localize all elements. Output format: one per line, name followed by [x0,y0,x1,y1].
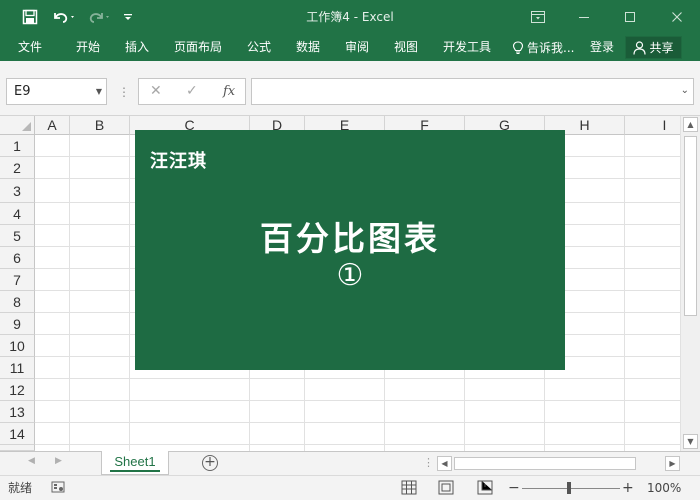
tab-developer[interactable]: 开发工具 [443,34,491,61]
page-layout-view-icon[interactable] [438,480,454,495]
scroll-up-icon[interactable]: ▲ [683,117,698,132]
row-header[interactable]: 11 [0,357,35,379]
chevron-down-icon[interactable]: ▼ [96,79,102,104]
person-icon [633,40,647,55]
row-header[interactable]: 8 [0,291,35,313]
grid-line [69,135,70,451]
tab-splitter-icon[interactable]: ⋮ [423,456,434,469]
zoom-slider[interactable] [522,488,620,489]
column-header[interactable]: A [35,116,70,135]
grid-line [624,135,625,451]
scroll-left-icon[interactable]: ◀ [437,456,452,471]
close-icon[interactable] [654,0,700,34]
select-all-button[interactable] [0,116,35,135]
lightbulb-icon [512,40,524,54]
status-bar: 就绪 − + 100% [0,475,700,500]
row-header[interactable]: 1 [0,135,35,157]
formula-area: E9 ▼ ⋮ ✕ ✓ fx ⌄ [0,61,700,116]
scroll-right-icon[interactable]: ▶ [665,456,680,471]
customize-qat-icon[interactable] [120,0,136,34]
save-icon[interactable] [18,0,42,34]
enter-icon[interactable]: ✓ [186,79,198,104]
redo-icon[interactable] [85,0,113,34]
tell-me-box[interactable]: 告诉我... [512,34,574,61]
card-brand: 汪汪琪 [150,151,207,172]
formula-input[interactable]: ⌄ [251,78,694,105]
card-number: ① [336,258,364,293]
grid-line [35,422,680,423]
grid-line [35,400,680,401]
row-header[interactable]: 9 [0,313,35,335]
normal-view-icon[interactable] [401,480,417,495]
vertical-scrollbar[interactable]: ▲ ▼ [680,116,700,451]
name-box-value: E9 [14,84,31,99]
sheet-tab-bar: ◀ ▶ Sheet1 + ⋮ ◀ ▶ [0,451,700,475]
tab-view[interactable]: 视图 [394,34,418,61]
vertical-scroll-thumb[interactable] [684,136,697,316]
sheet-tab-sheet1[interactable]: Sheet1 [101,451,169,475]
row-header[interactable]: 12 [0,379,35,401]
tab-home[interactable]: 开始 [76,34,100,61]
add-sheet-icon[interactable]: + [202,455,218,471]
minimize-icon[interactable] [561,0,607,34]
title-card-image[interactable]: 汪汪琪 百分比图表 ① [135,130,565,370]
tab-insert[interactable]: 插入 [125,34,149,61]
row-header[interactable]: 14 [0,423,35,445]
status-ready: 就绪 [8,481,33,495]
insert-function-icon[interactable]: fx [223,79,235,104]
maximize-icon[interactable] [607,0,653,34]
title-bar: 工作簿4 - Excel [0,0,700,34]
signin-link[interactable]: 登录 [590,34,614,61]
name-box[interactable]: E9 ▼ [6,78,107,105]
share-label: 共享 [649,41,674,55]
zoom-slider-thumb[interactable] [567,482,571,494]
tab-data[interactable]: 数据 [296,34,320,61]
cancel-icon[interactable]: ✕ [150,79,162,104]
formula-buttons: ✕ ✓ fx [138,78,246,105]
sheet-next-icon[interactable]: ▶ [55,456,62,466]
tab-file[interactable]: 文件 [18,34,42,61]
sheet-prev-icon[interactable]: ◀ [28,456,35,466]
ribbon-display-options-icon[interactable] [515,0,561,34]
grid-line [35,444,680,445]
tab-page-layout[interactable]: 页面布局 [174,34,222,61]
row-header[interactable]: 13 [0,401,35,423]
row-header[interactable]: 5 [0,225,35,247]
ribbon-tab-bar: 文件 开始 插入 页面布局 公式 数据 审阅 视图 开发工具 告诉我... 登录… [0,34,700,61]
tab-review[interactable]: 审阅 [345,34,369,61]
row-header[interactable]: 2 [0,157,35,179]
column-header[interactable]: B [70,116,130,135]
share-button[interactable]: 共享 [625,36,682,59]
row-header[interactable]: 10 [0,335,35,357]
macro-record-icon[interactable] [51,480,67,495]
card-title: 百分比图表 [260,219,440,258]
column-header[interactable]: I [625,116,680,135]
zoom-level[interactable]: 100% [647,476,681,500]
zoom-out-button[interactable]: − [508,476,520,500]
grid-line [35,378,680,379]
row-header[interactable]: 4 [0,203,35,225]
tab-formulas[interactable]: 公式 [247,34,271,61]
row-header[interactable]: 7 [0,269,35,291]
page-break-view-icon[interactable] [477,480,493,495]
undo-icon[interactable] [50,0,78,34]
zoom-in-button[interactable]: + [622,476,634,500]
grid-line [129,135,130,451]
row-header[interactable]: 6 [0,247,35,269]
horizontal-scrollbar[interactable]: ◀ ▶ [437,456,680,471]
formula-bar-splitter[interactable]: ⋮ [118,83,130,101]
horizontal-scroll-thumb[interactable] [454,457,636,470]
scroll-down-icon[interactable]: ▼ [683,434,698,449]
tell-me-label: 告诉我... [527,40,575,55]
row-header[interactable]: 3 [0,179,35,203]
expand-formula-icon[interactable]: ⌄ [681,85,689,96]
